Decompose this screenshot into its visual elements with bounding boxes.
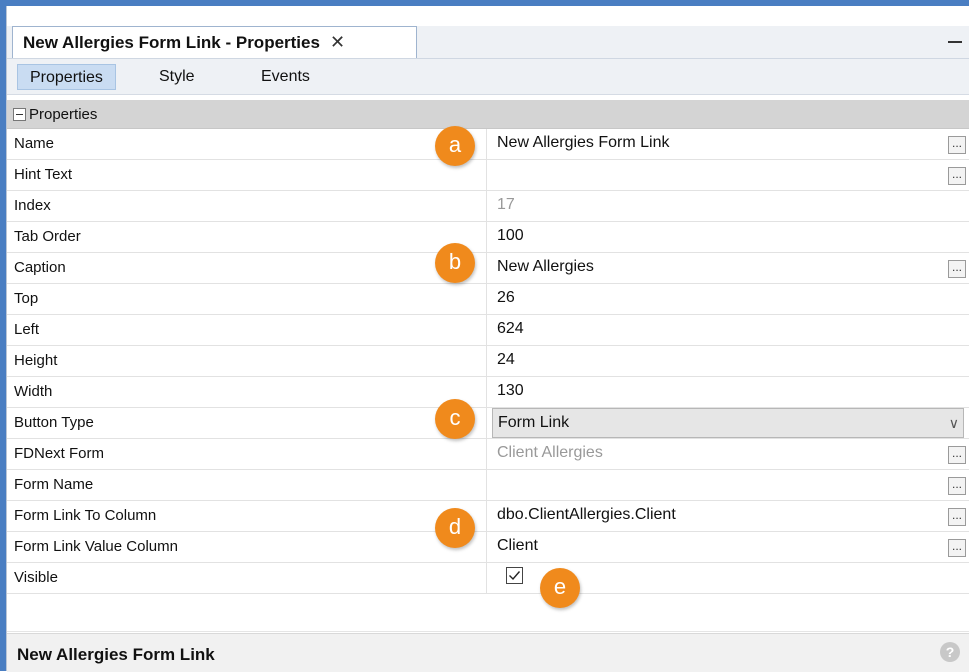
close-icon[interactable]: ✕: [330, 32, 345, 53]
property-label: FDNext Form: [7, 439, 487, 469]
panel-title-bar: New Allergies Form Link - Properties ✕: [7, 26, 969, 59]
property-label: Top: [7, 284, 487, 314]
property-value-readonly: Client Allergies: [497, 444, 603, 461]
selected-property-name: New Allergies Form Link: [17, 645, 215, 664]
property-row-caption[interactable]: Caption New Allergies ...: [7, 253, 969, 284]
property-value-input[interactable]: 26: [497, 284, 947, 314]
tab-events[interactable]: Events: [249, 64, 322, 90]
property-label: Height: [7, 346, 487, 376]
property-label: Visible: [7, 563, 487, 593]
section-label: Properties: [29, 105, 98, 123]
visible-checkbox[interactable]: [506, 567, 523, 584]
minimize-icon[interactable]: [948, 41, 962, 43]
property-label: Caption: [7, 253, 487, 283]
properties-section-header[interactable]: Properties: [7, 100, 969, 129]
property-row-form-link-value-column[interactable]: Form Link Value Column Client ...: [7, 532, 969, 563]
property-label: Index: [7, 191, 487, 221]
tab-properties[interactable]: Properties: [17, 64, 116, 90]
property-row-index: Index 17: [7, 191, 969, 222]
properties-panel: New Allergies Form Link - Properties ✕ P…: [6, 6, 969, 672]
property-value-readonly: 17: [497, 196, 515, 213]
property-row-height[interactable]: Height 24: [7, 346, 969, 377]
property-label: Hint Text: [7, 160, 487, 190]
callout-marker-c: c: [435, 399, 475, 439]
ellipsis-button[interactable]: ...: [948, 539, 966, 557]
grid-empty-area: [7, 595, 969, 632]
callout-marker-e: e: [540, 568, 580, 608]
property-row-tab-order[interactable]: Tab Order 100: [7, 222, 969, 253]
property-row-form-link-to-column[interactable]: Form Link To Column dbo.ClientAllergies.…: [7, 501, 969, 532]
ellipsis-button[interactable]: ...: [948, 508, 966, 526]
document-tab[interactable]: New Allergies Form Link - Properties ✕: [12, 26, 417, 58]
property-value-input[interactable]: Client: [497, 532, 947, 562]
property-label: Form Link Value Column: [7, 532, 487, 562]
property-label: Form Name: [7, 470, 487, 500]
property-grid: Name New Allergies Form Link ... Hint Te…: [7, 129, 969, 594]
property-label: Left: [7, 315, 487, 345]
property-value-input[interactable]: dbo.ClientAllergies.Client: [497, 501, 947, 531]
ellipsis-button[interactable]: ...: [948, 260, 966, 278]
property-row-visible[interactable]: Visible: [7, 563, 969, 594]
property-tabs: Properties Style Events: [7, 59, 969, 95]
property-label: Form Link To Column: [7, 501, 487, 531]
collapse-icon[interactable]: [13, 107, 26, 121]
property-value-input[interactable]: 624: [497, 315, 947, 345]
chevron-down-icon[interactable]: ∨: [949, 409, 959, 437]
help-icon[interactable]: ?: [940, 642, 960, 662]
property-row-top[interactable]: Top 26: [7, 284, 969, 315]
button-type-dropdown[interactable]: Form Link ∨: [492, 408, 964, 438]
property-label: Button Type: [7, 408, 487, 438]
property-value-input[interactable]: 130: [497, 377, 947, 407]
property-value-input[interactable]: [497, 470, 947, 500]
description-bar: New Allergies Form Link ?: [7, 633, 969, 672]
tab-style[interactable]: Style: [147, 64, 207, 90]
property-row-hint-text[interactable]: Hint Text ...: [7, 160, 969, 191]
checkmark-icon: [509, 571, 521, 581]
property-value-input[interactable]: 24: [497, 346, 947, 376]
panel-title: New Allergies Form Link - Properties: [23, 32, 320, 52]
property-label: Name: [7, 129, 487, 159]
property-value-input[interactable]: [497, 160, 947, 190]
property-row-form-name[interactable]: Form Name ...: [7, 470, 969, 501]
property-row-width[interactable]: Width 130: [7, 377, 969, 408]
property-value-input[interactable]: New Allergies Form Link: [497, 129, 947, 159]
property-row-left[interactable]: Left 624: [7, 315, 969, 346]
ellipsis-button[interactable]: ...: [948, 136, 966, 154]
callout-marker-b: b: [435, 243, 475, 283]
ellipsis-button[interactable]: ...: [948, 446, 966, 464]
ellipsis-button[interactable]: ...: [948, 167, 966, 185]
property-label: Width: [7, 377, 487, 407]
property-label: Tab Order: [7, 222, 487, 252]
property-row-name[interactable]: Name New Allergies Form Link ...: [7, 129, 969, 160]
ellipsis-button[interactable]: ...: [948, 477, 966, 495]
property-value-input[interactable]: New Allergies: [497, 253, 947, 283]
callout-marker-a: a: [435, 126, 475, 166]
dropdown-selected-value: Form Link: [498, 414, 570, 431]
property-row-fdnext-form[interactable]: FDNext Form Client Allergies ...: [7, 439, 969, 470]
property-value-input[interactable]: 100: [497, 222, 947, 252]
property-row-button-type[interactable]: Button Type Form Link ∨: [7, 408, 969, 439]
callout-marker-d: d: [435, 508, 475, 548]
